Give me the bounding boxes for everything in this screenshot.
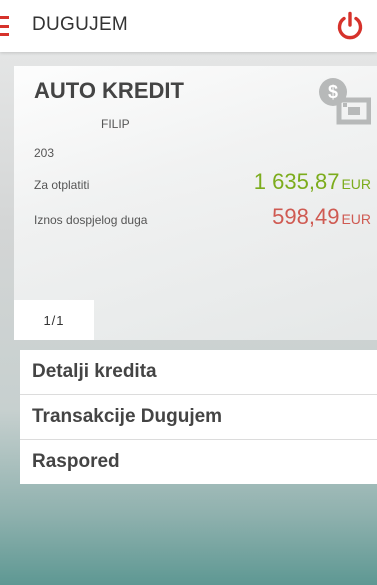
loan-card[interactable]: AUTO KREDIT FILIP 203 $ Za otplatiti 1 6…	[14, 66, 377, 340]
page-title: DUGUJEM	[32, 14, 129, 35]
overdue-value: 598,49 EUR	[272, 204, 371, 230]
top-bar: DUGUJEM	[0, 0, 377, 52]
overdue-currency: EUR	[341, 211, 371, 227]
menu-icon[interactable]	[0, 16, 16, 36]
money-icon: $	[319, 78, 371, 125]
amount-due-value: 1 635,87 EUR	[254, 169, 371, 195]
loan-owner: FILIP	[101, 117, 130, 131]
loan-menu: Detalji kredita Transakcije Dugujem Rasp…	[20, 350, 377, 484]
amount-due-number: 1 635,87	[253, 169, 340, 194]
overdue-number: 598,49	[272, 204, 340, 229]
menu-item-schedule[interactable]: Raspored	[20, 440, 377, 484]
amount-due-label: Za otplatiti	[34, 178, 90, 192]
loan-number: 203	[34, 146, 55, 160]
power-icon[interactable]	[335, 11, 365, 41]
card-pager: 1/1	[14, 300, 94, 340]
menu-item-transactions[interactable]: Transakcije Dugujem	[20, 395, 377, 440]
loan-title: AUTO KREDIT	[34, 78, 184, 103]
menu-item-loan-details[interactable]: Detalji kredita	[20, 350, 377, 395]
amount-due-currency: EUR	[341, 176, 371, 192]
overdue-label: Iznos dospjelog duga	[34, 213, 148, 227]
